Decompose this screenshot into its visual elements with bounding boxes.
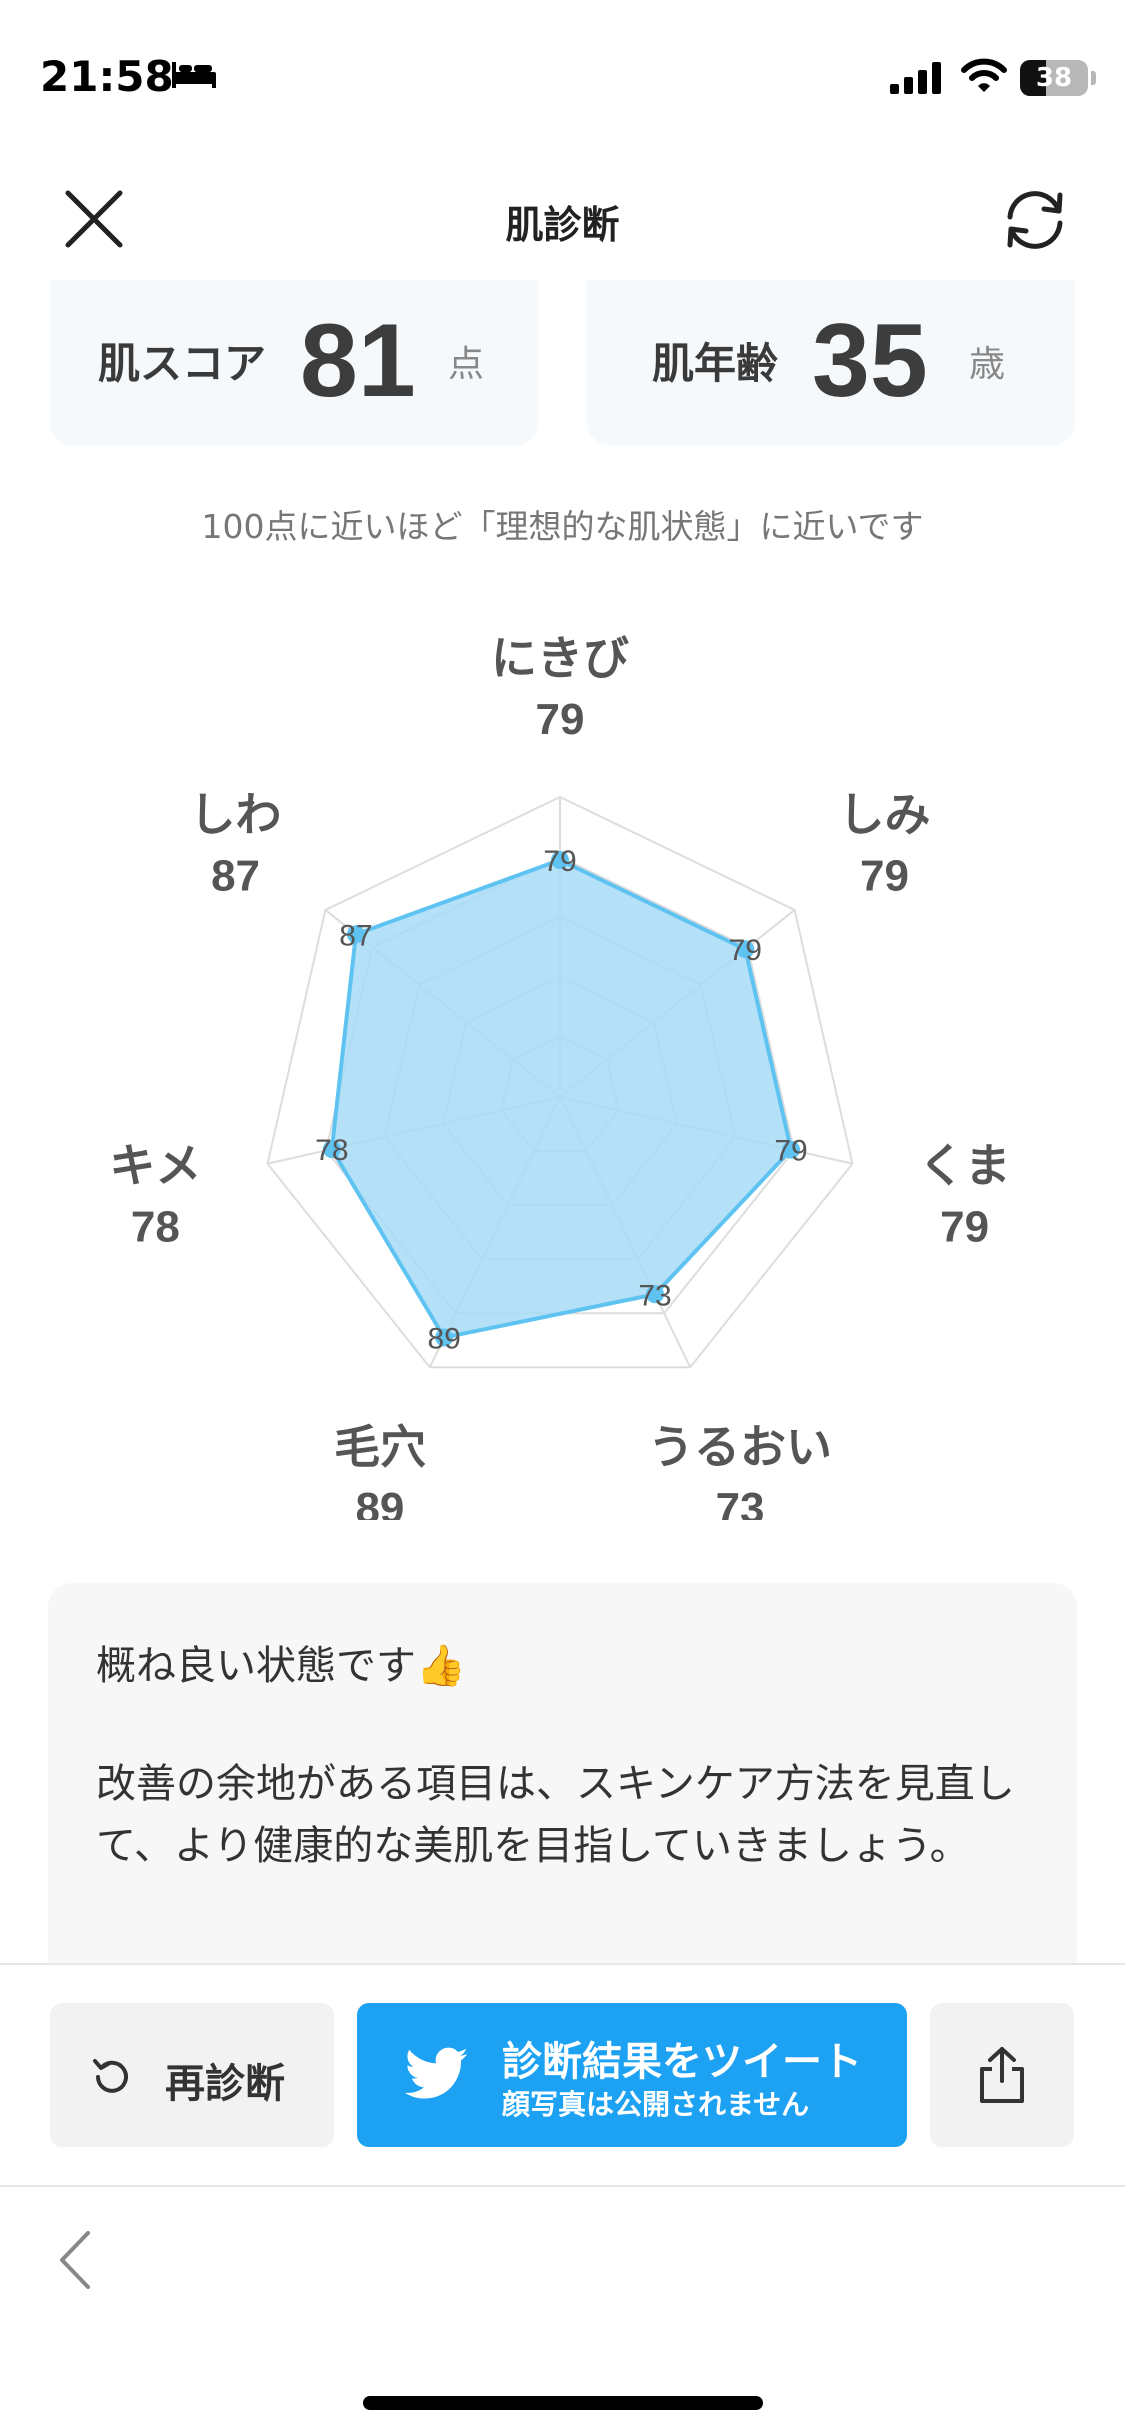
radar-point-label: 78 [315, 1134, 348, 1167]
radar-axis-value: 87 [211, 851, 260, 900]
refresh-button[interactable] [1000, 185, 1070, 255]
battery-indicator: 38 [1020, 60, 1088, 96]
share-icon [980, 2047, 1024, 2103]
radar-point-label: 79 [543, 845, 576, 878]
skin-age-unit: 歳 [969, 344, 1006, 385]
radar-axis-name: にきび [491, 631, 629, 685]
skin-score-value: 81 [300, 303, 416, 419]
tweet-privacy-note: 顔写真は公開されません [502, 2088, 810, 2121]
radar-axis-value: 73 [716, 1484, 765, 1520]
comment-advice: 改善の余地がある項目は、スキンケア方法を見直して、より健康的な美肌を目指していき… [96, 1761, 1015, 1869]
chevron-left-icon [60, 2231, 90, 2289]
rediagnose-button[interactable]: 再診断 [50, 2003, 334, 2147]
diagnosis-comment: 概ね良い状態です👍 改善の余地がある項目は、スキンケア方法を見直して、より健康的… [48, 1583, 1077, 2003]
skin-age-card: 肌年齢 35 歳 [587, 280, 1075, 446]
radar-data-area [329, 857, 794, 1340]
battery-tip [1091, 71, 1096, 85]
radar-chart: 79 79 79 73 89 78 87 にきび 79 しみ 79 くま 79 うるおい 73 毛穴 89 キメ… [109, 631, 1011, 1520]
cellular-signal-icon [890, 62, 944, 98]
history-icon [93, 2059, 128, 2093]
status-time: 21:58 [40, 52, 174, 101]
score-caption: 100点に近いほど「理想的な肌状態」に近いです [201, 507, 924, 546]
radar-axis-value: 79 [536, 695, 585, 744]
skin-score-unit: 点 [448, 344, 485, 385]
skin-age-value: 35 [812, 303, 928, 419]
skin-score-label: 肌スコア [98, 339, 267, 388]
radar-point-label: 79 [729, 934, 762, 967]
radar-axis-value: 79 [860, 851, 909, 900]
radar-axis-value: 89 [355, 1484, 404, 1520]
radar-axis-value: 79 [940, 1202, 989, 1251]
home-indicator [363, 2396, 763, 2410]
tweet-result-button[interactable]: 診断結果をツイート 顔写真は公開されません [357, 2003, 907, 2147]
refresh-icon [1007, 191, 1063, 249]
back-button[interactable] [50, 2225, 100, 2295]
sleep-mode-icon [170, 60, 218, 94]
radar-axis-name: しわ [190, 787, 282, 841]
radar-axis-value: 78 [131, 1202, 180, 1251]
radar-point-label: 79 [774, 1135, 807, 1168]
comment-summary: 概ね良い状態です👍 [96, 1643, 466, 1689]
battery-percent: 38 [1035, 63, 1073, 93]
wifi-icon [960, 58, 1008, 98]
radar-point-label: 89 [427, 1323, 460, 1356]
share-button[interactable] [930, 2003, 1074, 2147]
radar-axis-name: 毛穴 [334, 1420, 426, 1474]
page-title: 肌診断 [505, 203, 620, 247]
radar-point-label: 87 [339, 919, 372, 952]
rediagnose-label: 再診断 [165, 2061, 285, 2107]
radar-point-label: 73 [638, 1279, 671, 1312]
skin-score-card: 肌スコア 81 点 [50, 280, 538, 446]
radar-axis-name: うるおい [648, 1420, 832, 1474]
tweet-label: 診断結果をツイート [502, 2039, 862, 2085]
radar-axis-name: キメ [109, 1138, 201, 1192]
skin-age-label: 肌年齢 [652, 339, 779, 388]
radar-axis-name: くま [919, 1138, 1011, 1192]
action-bar: 再診断 診断結果をツイート 顔写真は公開されません [0, 1963, 1125, 2187]
radar-axis-name: しみ [838, 787, 930, 841]
twitter-bird-icon [405, 2047, 468, 2099]
